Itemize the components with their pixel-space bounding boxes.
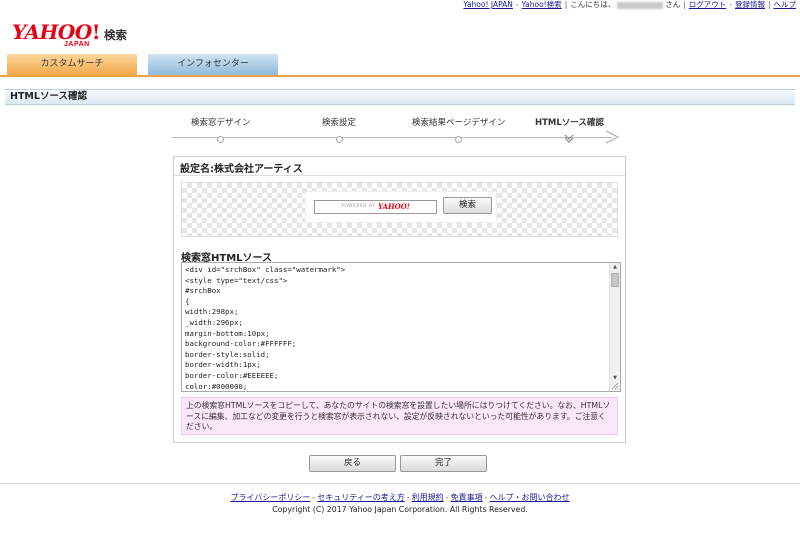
yahoo-search-logo[interactable]: YAHOO! JAPAN 検索 — [12, 22, 127, 52]
preview-search-button[interactable]: 検索 — [443, 197, 492, 214]
setting-name-title: 設定名:株式会社アーティス — [180, 164, 303, 175]
search-service-label: 検索 — [104, 28, 127, 42]
step-label: HTMLソース確認 — [535, 118, 604, 128]
yahoo-japan-link[interactable]: Yahoo! JAPAN — [463, 0, 512, 9]
scroll-up-icon[interactable]: ▲ — [610, 263, 620, 272]
tab-underline — [0, 75, 800, 77]
step-dot-icon — [217, 136, 225, 143]
page-title: HTMLソース確認 — [5, 89, 795, 105]
separator: - — [406, 493, 410, 502]
step-label: 検索結果ページデザイン — [412, 118, 506, 128]
tab-custom-search[interactable]: カスタムサーチ — [7, 54, 137, 75]
yahoo-search-link[interactable]: Yahoo!検索 — [522, 0, 562, 9]
step-results-page-design: 検索結果ページデザイン — [412, 116, 505, 143]
tab-info-center[interactable]: インフォセンター — [148, 54, 278, 75]
footer-link-terms[interactable]: 利用規約 — [412, 493, 444, 502]
greeting-prefix: こんにちは、 — [570, 0, 616, 9]
yahoo-logo-japan: JAPAN — [64, 41, 90, 48]
search-box-preview: POWERED BY YAHOO! 検索 — [181, 182, 618, 237]
preview-search-input[interactable]: POWERED BY YAHOO! — [314, 200, 437, 214]
footer-link-privacy-policy[interactable]: プライバシーポリシー — [231, 493, 311, 502]
copyright: Copyright (C) 2017 Yahoo Japan Corporati… — [272, 505, 528, 514]
step-label: 検索窓デザイン — [191, 118, 251, 128]
powered-by-label: POWERED BY — [341, 204, 376, 209]
footer-link-help-contact[interactable]: ヘルプ・お問い合わせ — [489, 493, 569, 502]
separator: | — [564, 0, 568, 9]
step-search-settings: 検索設定 — [322, 116, 356, 143]
step-search-box-design: 検索窓デザイン — [191, 116, 251, 143]
preview-search-box: POWERED BY YAHOO! 検索 — [305, 191, 497, 223]
back-button[interactable]: 戻る — [309, 455, 396, 472]
step-dot-icon — [335, 136, 343, 143]
vertical-scrollbar[interactable]: ▲ ▼ — [609, 263, 620, 391]
separator: - — [445, 493, 449, 502]
progress-arrow-icon — [605, 130, 620, 144]
step-dot-icon — [455, 136, 463, 143]
footer-divider — [0, 483, 800, 484]
current-step-chevron-icon — [565, 134, 574, 143]
separator: - — [515, 0, 519, 9]
greeting-suffix: さん — [665, 0, 681, 9]
source-panel: 設定名:株式会社アーティス POWERED BY YAHOO! 検索 検索窓HT… — [173, 156, 626, 443]
done-button[interactable]: 完了 — [400, 455, 487, 472]
html-source-code: <div id="srchBox" class="watermark"> <st… — [185, 265, 346, 391]
footer-link-security[interactable]: セキュリティーの考え方 — [317, 493, 405, 502]
scroll-thumb[interactable] — [611, 273, 619, 287]
separator: - — [729, 0, 732, 9]
step-label: 検索設定 — [322, 118, 357, 128]
blurred-username — [617, 1, 664, 9]
separator: | — [683, 0, 686, 9]
registration-link[interactable]: 登録情報 — [735, 0, 765, 9]
resize-handle-icon[interactable] — [611, 382, 619, 390]
yahoo-mini-logo: YAHOO! — [378, 202, 410, 211]
help-link[interactable]: ヘルプ — [774, 0, 797, 9]
logout-link[interactable]: ログアウト — [689, 0, 727, 9]
notice-message: 上の検索窓HTMLソースをコピーして、あなたのサイトの検索窓を設置したい場所には… — [181, 397, 618, 435]
separator: | — [767, 0, 771, 9]
footer-links: プライバシーポリシー - セキュリティーの考え方 - 利用規約 - 免責事項 - ヘルプ・お問い… — [0, 492, 800, 503]
step-html-source-check: HTMLソース確認 — [535, 116, 604, 143]
footer-link-disclaimer[interactable]: 免責事項 — [451, 493, 483, 502]
html-source-textarea[interactable]: <div id="srchBox" class="watermark"> <st… — [181, 262, 621, 392]
top-nav: Yahoo! JAPAN - Yahoo!検索 | こんにちは、 さん | ログアウト - 登録情… — [0, 0, 800, 11]
divider — [174, 175, 625, 176]
progress-steps: 検索窓デザイン 検索設定 検索結果ページデザイン HTMLソース確認 — [172, 116, 632, 150]
